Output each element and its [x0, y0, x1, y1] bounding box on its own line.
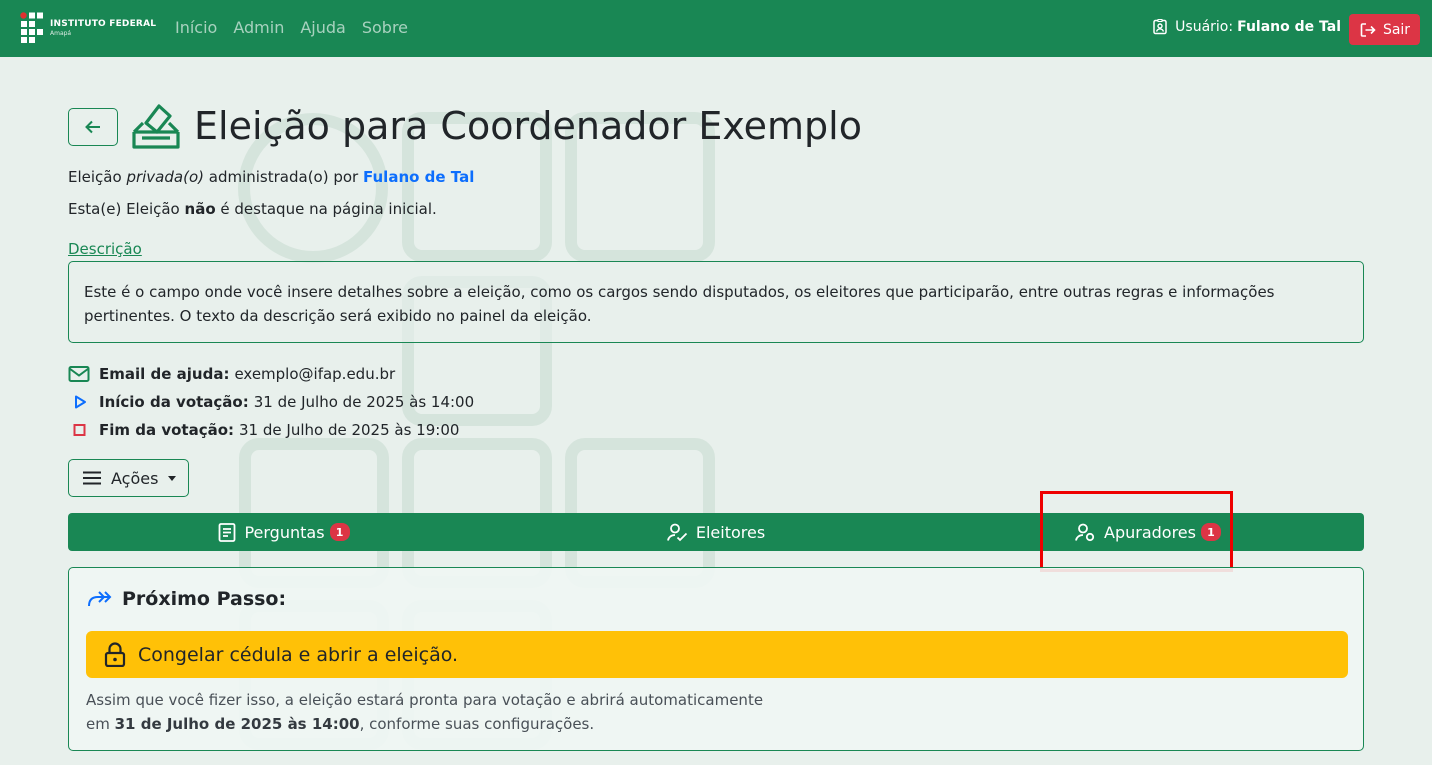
back-button[interactable]: [68, 108, 118, 146]
featured-prefix: Esta(e) Eleição: [68, 200, 180, 218]
ballot-box-icon: [132, 104, 180, 149]
actions-label: Ações: [111, 468, 159, 488]
top-navbar: INSTITUTO FEDERAL Amapá Início Admin Aju…: [0, 0, 1432, 57]
user-info[interactable]: Usuário: Fulano de Tal: [1152, 19, 1341, 35]
logout-label: Sair: [1382, 21, 1411, 38]
brand-subtitle: Amapá: [50, 30, 72, 37]
note-prefix: em: [86, 715, 110, 733]
document-list-icon: [219, 522, 236, 542]
highlight-box: [1040, 491, 1233, 572]
next-step-note: Assim que você fizer isso, a eleição est…: [86, 688, 763, 736]
admin-name-link[interactable]: Fulano de Tal: [363, 168, 474, 186]
play-icon: [75, 395, 86, 409]
lock-icon: [104, 642, 126, 667]
voting-start-value: 31 de Julho de 2025 às 14:00: [253, 393, 475, 411]
nav-link-admin[interactable]: Admin: [233, 18, 284, 37]
voting-start-item: Início da votação: 31 de Julho de 2025 à…: [68, 388, 474, 416]
description-box: Este é o campo onde você insere detalhes…: [68, 261, 1364, 343]
envelope-icon: [68, 366, 90, 382]
featured-suffix: é destaque na página inicial.: [220, 200, 437, 218]
tab-perguntas[interactable]: Perguntas 1: [68, 513, 500, 551]
tab-eleitores[interactable]: Eleitores: [500, 513, 932, 551]
help-email-value: exemplo@ifap.edu.br: [234, 365, 396, 383]
admin-text: administrada(o) por: [208, 168, 359, 186]
election-info-list: Email de ajuda: exemplo@ifap.edu.br Iníc…: [68, 360, 474, 444]
featured-negation: não: [184, 200, 216, 218]
if-logo-icon: [20, 12, 43, 43]
nav-link-ajuda[interactable]: Ajuda: [300, 18, 346, 37]
double-arrow-forward-icon: [88, 591, 112, 607]
brand-logo[interactable]: INSTITUTO FEDERAL Amapá: [20, 12, 156, 45]
perguntas-count-badge: 1: [329, 523, 350, 541]
note-date: 31 de Julho de 2025 às 14:00: [114, 715, 360, 733]
nav-link-sobre[interactable]: Sobre: [362, 18, 408, 37]
user-name: Fulano de Tal: [1237, 19, 1341, 35]
stop-icon: [73, 424, 86, 436]
voting-start-label: Início da votação:: [99, 393, 249, 411]
logout-icon: [1360, 22, 1376, 37]
nav-link-inicio[interactable]: Início: [175, 18, 217, 37]
freeze-ballot-action[interactable]: Congelar cédula e abrir a eleição.: [86, 631, 1348, 678]
tab-perguntas-label: Perguntas: [244, 522, 325, 542]
visibility-prefix: Eleição: [68, 168, 122, 186]
help-email-label: Email de ajuda:: [99, 365, 230, 383]
main-content: Eleição para Coordenador Exemplo Eleição…: [0, 0, 1432, 765]
description-label[interactable]: Descrição: [68, 240, 142, 258]
caret-down-icon: [168, 475, 177, 481]
freeze-ballot-label: Congelar cédula e abrir a eleição.: [138, 643, 459, 666]
menu-icon: [83, 471, 101, 485]
voting-end-label: Fim da votação:: [99, 421, 235, 439]
note-suffix: , conforme suas configurações.: [359, 715, 595, 733]
help-email-item: Email de ajuda: exemplo@ifap.edu.br: [68, 360, 474, 388]
arrow-left-icon: [85, 120, 100, 134]
featured-line: Esta(e) Eleição não é destaque na página…: [68, 200, 437, 218]
election-admin-line: Eleição privada(o) administrada(o) por F…: [68, 168, 474, 186]
next-step-title: Próximo Passo:: [122, 588, 287, 610]
voting-end-value: 31 de Julho de 2025 às 19:00: [239, 421, 460, 439]
next-step-card: Próximo Passo: Congelar cédula e abrir a…: [68, 567, 1364, 751]
logout-button[interactable]: Sair: [1349, 14, 1420, 45]
next-step-header: Próximo Passo:: [87, 588, 286, 610]
user-label: Usuário:: [1175, 19, 1234, 35]
page-title: Eleição para Coordenador Exemplo: [194, 104, 862, 148]
user-check-icon: [666, 523, 687, 541]
user-badge-icon: [1153, 19, 1167, 35]
nav-links: Início Admin Ajuda Sobre: [175, 18, 408, 37]
brand-title: INSTITUTO FEDERAL: [50, 19, 157, 29]
visibility-value: privada(o): [126, 168, 204, 186]
actions-dropdown-button[interactable]: Ações: [68, 459, 189, 497]
voting-end-item: Fim da votação: 31 de Julho de 2025 às 1…: [68, 416, 474, 444]
note-line1: Assim que você fizer isso, a eleição est…: [86, 691, 764, 709]
tab-eleitores-label: Eleitores: [695, 522, 766, 542]
